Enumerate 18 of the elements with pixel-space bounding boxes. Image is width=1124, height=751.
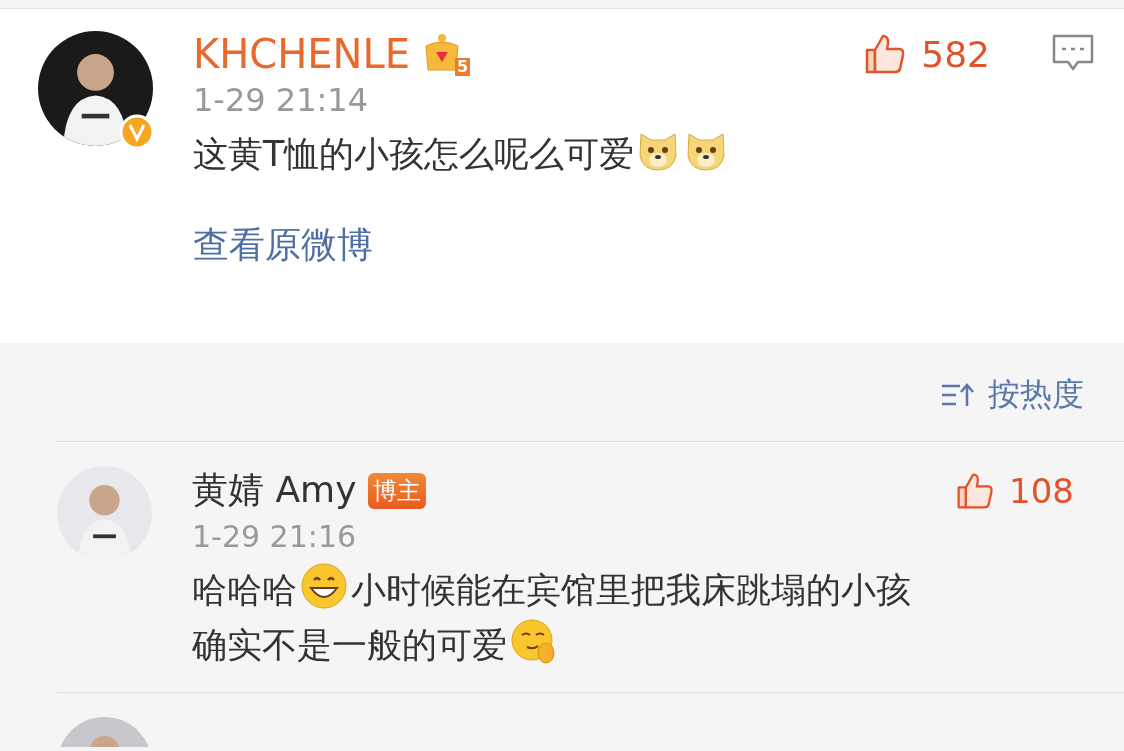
sort-button[interactable]: 按热度 bbox=[940, 373, 1084, 417]
reply-time: 1-29 21:16 bbox=[192, 519, 358, 554]
like-count: 108 bbox=[1009, 470, 1074, 511]
author-name[interactable]: 黄婧 Amy bbox=[192, 466, 357, 515]
author-name[interactable]: KHCHENLE bbox=[193, 31, 411, 77]
comment-text: 哈哈哈 bbox=[192, 569, 297, 612]
thinking-emoji-icon bbox=[510, 617, 558, 665]
doge-emoji-icon bbox=[637, 130, 680, 172]
author-badge: 博主 bbox=[368, 472, 427, 509]
like-count: 582 bbox=[921, 33, 990, 75]
comment-text: 这黄T恤的小孩怎么呢么可爱 bbox=[193, 133, 635, 176]
comment-text: 小时候能在宾馆里把我床跳塌的小孩 bbox=[351, 569, 911, 612]
level-number: 5 bbox=[454, 58, 471, 76]
view-original-link[interactable]: 查看原微博 bbox=[193, 221, 1094, 270]
post-time: 1-29 21:14 bbox=[193, 81, 369, 119]
doge-emoji-icon bbox=[685, 130, 728, 172]
grin-emoji-icon bbox=[300, 562, 348, 610]
comment-text: 确实不是一般的可爱 bbox=[192, 624, 507, 667]
